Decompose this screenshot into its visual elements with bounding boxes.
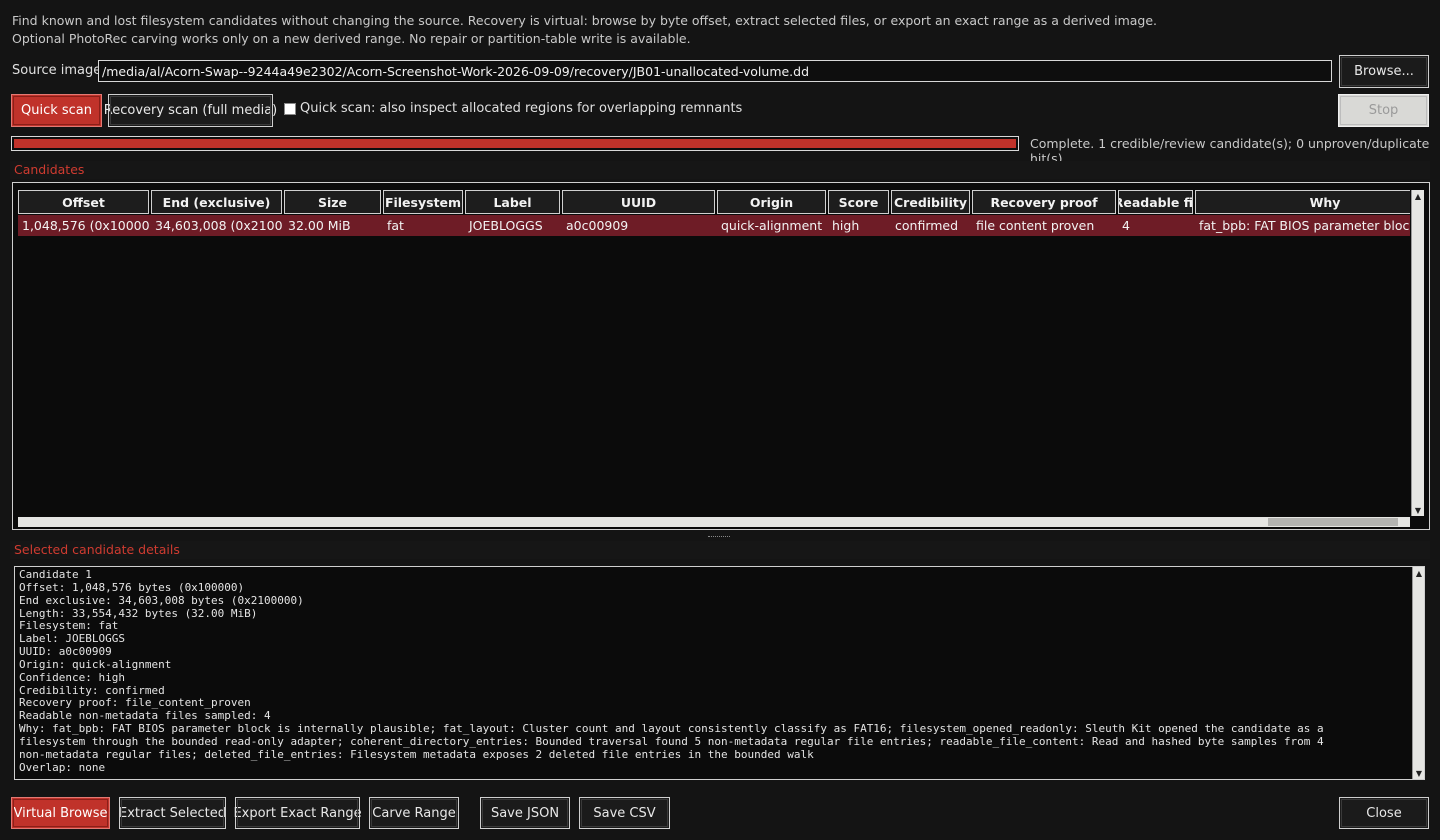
recovery-scan-button[interactable]: Recovery scan (full media) <box>104 94 277 127</box>
candidate-details-panel[interactable]: Candidate 1 Offset: 1,048,576 bytes (0x1… <box>14 566 1425 780</box>
column-header[interactable]: Recovery proof <box>972 190 1116 214</box>
scroll-up-icon[interactable]: ▲ <box>1412 190 1424 202</box>
table-row[interactable]: 1,048,576 (0x100000) 34,603,008 (0x210000… <box>18 215 1410 236</box>
export-exact-range-button[interactable]: Export Exact Range <box>233 797 362 829</box>
details-scroll-up-icon[interactable]: ▲ <box>1413 567 1425 579</box>
intro-line-2: Optional PhotoRec carving works only on … <box>12 31 691 46</box>
table-cell: quick-alignment <box>721 218 823 233</box>
column-header[interactable]: End (exclusive) <box>151 190 282 214</box>
candidates-vertical-scrollbar[interactable]: ▲ ▼ <box>1411 190 1424 516</box>
allocated-regions-option[interactable]: Quick scan: also inspect allocated regio… <box>284 101 742 116</box>
candidates-table[interactable]: Offset End (exclusive) Size Filesystem Label… <box>12 182 1430 530</box>
table-cell: confirmed <box>895 218 959 233</box>
column-header[interactable]: Why <box>1195 190 1410 214</box>
table-cell: fat_bpb: FAT BIOS parameter block is int… <box>1199 218 1410 233</box>
horizontal-scroll-thumb[interactable] <box>1268 518 1398 526</box>
table-cell: file content proven <box>976 218 1095 233</box>
candidates-section-header: Candidates <box>10 161 1430 179</box>
column-header[interactable]: Offset <box>18 190 149 214</box>
column-header[interactable]: Label <box>465 190 560 214</box>
extract-selected-button[interactable]: Extract Selected <box>119 797 226 829</box>
column-header[interactable]: Filesystem <box>383 190 463 214</box>
table-cell: a0c00909 <box>566 218 629 233</box>
candidate-details-text[interactable]: Candidate 1 Offset: 1,048,576 bytes (0x1… <box>19 569 1409 777</box>
scan-progress-bar <box>11 136 1019 151</box>
table-cell: JOEBLOGGS <box>469 218 543 233</box>
candidates-table-header: Offset End (exclusive) Size Filesystem Label… <box>18 190 1410 214</box>
column-header[interactable]: Readable fil <box>1118 190 1193 214</box>
scroll-down-icon[interactable]: ▼ <box>1412 504 1424 516</box>
column-header[interactable]: Score <box>828 190 889 214</box>
source-image-input[interactable] <box>98 60 1332 82</box>
column-header[interactable]: Size <box>284 190 381 214</box>
scan-progress-fill <box>14 139 1016 148</box>
column-header[interactable]: Credibility <box>891 190 970 214</box>
stop-button[interactable]: Stop <box>1338 94 1429 127</box>
quick-scan-button[interactable]: Quick scan <box>11 94 102 127</box>
close-button[interactable]: Close <box>1339 797 1429 829</box>
splitter-grip-icon[interactable] <box>708 536 730 539</box>
candidates-table-viewport: Offset End (exclusive) Size Filesystem Label… <box>18 190 1410 516</box>
save-json-button[interactable]: Save JSON <box>480 797 570 829</box>
table-cell: 34,603,008 (0x2100000) <box>155 218 282 233</box>
save-csv-button[interactable]: Save CSV <box>579 797 670 829</box>
details-title: Selected candidate details <box>14 542 180 557</box>
candidates-title: Candidates <box>14 162 85 177</box>
table-cell: high <box>832 218 860 233</box>
details-vertical-scrollbar[interactable]: ▲ ▼ <box>1412 567 1424 779</box>
details-section-header: Selected candidate details <box>10 541 1430 559</box>
allocated-regions-checkbox-label: Quick scan: also inspect allocated regio… <box>300 101 743 116</box>
panel-splitter[interactable] <box>0 534 1440 540</box>
intro-text: Find known and lost filesystem candidate… <box>12 12 1157 48</box>
allocated-regions-checkbox[interactable] <box>284 102 296 115</box>
column-header[interactable]: Origin <box>717 190 826 214</box>
table-cell: 32.00 MiB <box>288 218 351 233</box>
table-cell: 1,048,576 (0x100000) <box>22 218 149 233</box>
virtual-browse-button[interactable]: Virtual Browse <box>11 797 110 829</box>
browse-button[interactable]: Browse... <box>1339 55 1429 88</box>
carve-range-button[interactable]: Carve Range <box>369 797 459 829</box>
column-header[interactable]: UUID <box>562 190 715 214</box>
candidates-horizontal-scrollbar[interactable] <box>18 517 1410 527</box>
source-image-label: Source image <box>12 63 102 78</box>
table-cell: fat <box>387 218 404 233</box>
intro-line-1: Find known and lost filesystem candidate… <box>12 13 1158 28</box>
table-cell: 4 <box>1122 218 1130 233</box>
details-scroll-down-icon[interactable]: ▼ <box>1413 767 1425 779</box>
